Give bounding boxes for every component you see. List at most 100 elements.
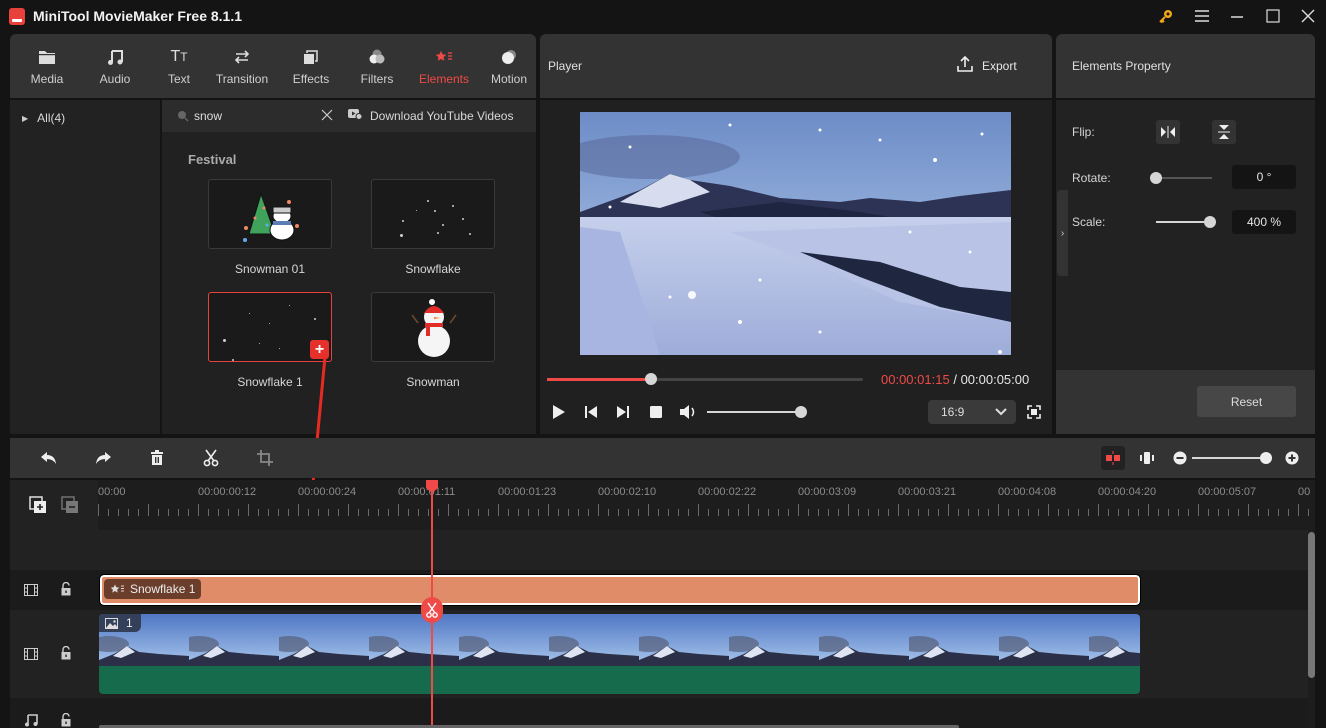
rotate-handle[interactable] [1150,172,1162,184]
split-at-playhead-button[interactable] [421,597,443,623]
progress-handle[interactable] [645,373,658,385]
fullscreen-button[interactable] [1027,405,1041,422]
timeline-zoom-slider[interactable] [1192,452,1272,464]
ruler-label: 00:00 [98,486,126,498]
tab-filters[interactable]: Filters [350,34,404,98]
ruler-tick [318,509,319,516]
rotate-value-input[interactable]: 0 ° [1232,165,1296,189]
stop-button[interactable] [649,405,663,422]
fit-icon [1140,452,1154,464]
tab-transition[interactable]: Transition [210,34,274,98]
clip-badge: 1 [99,614,141,632]
video-clip[interactable]: 1 [99,614,1140,694]
ruler-tick [1058,509,1059,516]
aspect-ratio-select[interactable]: 16:9 [928,400,1016,424]
tab-audio[interactable]: Audio [88,34,142,98]
zoom-out-button[interactable] [1168,446,1192,470]
ruler-tick [328,509,329,516]
volume-handle[interactable] [795,406,807,418]
remove-track-button[interactable] [61,496,79,517]
playback-progress-slider[interactable] [547,373,863,385]
ruler-tick [918,509,919,516]
clear-search-icon[interactable] [321,109,333,124]
ruler-tick [288,509,289,516]
ruler-tick [1308,509,1309,516]
element-thumb-snowman-01[interactable] [208,179,332,249]
element-thumb-snowflake[interactable] [371,179,495,249]
ruler-tick [848,504,849,516]
play-button[interactable] [552,404,566,423]
ruler-tick [388,509,389,516]
unlock-icon[interactable] [61,581,71,599]
ruler-label: 00:00:0 [1298,486,1310,498]
tab-effects[interactable]: Effects [284,34,338,98]
minimize-icon[interactable] [1225,5,1249,27]
tab-text[interactable]: TT Text [152,34,206,98]
ruler-tick [368,509,369,516]
key-icon[interactable] [1154,5,1178,27]
unlock-icon[interactable] [61,645,71,663]
flip-vertical-button[interactable] [1212,120,1236,144]
scale-handle[interactable] [1204,216,1216,228]
playhead-handle[interactable] [426,480,438,493]
flip-horizontal-button[interactable] [1156,120,1180,144]
motion-icon [500,46,518,68]
redo-button[interactable] [91,446,115,470]
add-track-button[interactable] [29,496,47,517]
element-clip-snowflake-1[interactable]: Snowflake 1 [99,574,1141,606]
ruler-tick [298,504,299,516]
ruler-tick [948,504,949,516]
ruler-tick [888,509,889,516]
download-youtube-button[interactable]: Download YouTube Videos [348,108,513,123]
swap-arrows-icon [233,46,251,68]
collapse-panel-handle[interactable]: › [1057,190,1068,276]
maximize-icon[interactable] [1261,5,1285,27]
snap-toggle-button[interactable] [1101,446,1125,470]
tab-motion[interactable]: Motion [482,34,536,98]
export-button[interactable]: Export [957,55,1017,75]
category-all[interactable]: ▶ All(4) [22,111,65,125]
ruler-tick [968,509,969,516]
add-to-timeline-button[interactable]: + [310,340,329,359]
volume-slider[interactable] [707,406,807,418]
ruler-tick [1068,509,1069,516]
unlock-icon[interactable] [61,712,71,728]
tab-elements[interactable]: Elements [412,34,476,98]
undo-button[interactable] [37,446,61,470]
ruler-tick [418,509,419,516]
ruler-tick [338,509,339,516]
crop-button[interactable] [253,446,277,470]
search-input[interactable] [194,107,314,125]
ruler-label: 00:00:04:08 [998,486,1057,498]
split-button[interactable] [199,446,223,470]
next-frame-button[interactable] [616,405,630,422]
ruler-tick [118,509,119,516]
ruler-tick [838,509,839,516]
video-preview[interactable] [580,112,1011,355]
element-thumb-snowman[interactable] [371,292,495,362]
delete-button[interactable] [145,446,169,470]
previous-frame-button[interactable] [584,405,598,422]
ruler-tick [768,509,769,516]
ruler-label: 00:00:02:22 [698,486,757,498]
ruler-tick [1158,509,1159,516]
tab-media[interactable]: Media [20,34,74,98]
ruler-tick [1208,509,1209,516]
scale-value-input[interactable]: 400 % [1232,210,1296,234]
reset-button[interactable]: Reset [1197,386,1296,417]
volume-button[interactable] [679,404,697,423]
timeline-ruler[interactable]: 00:00 00:00:00:12 00:00:00:24 00:00:01:11 00… [98,480,1310,518]
menu-icon[interactable] [1190,5,1214,27]
ruler-tick [858,509,859,516]
vertical-scrollbar[interactable] [1308,532,1315,678]
rotate-slider[interactable] [1150,172,1212,184]
close-icon[interactable] [1296,5,1320,27]
zoom-in-button[interactable] [1280,446,1304,470]
zoom-handle[interactable] [1260,452,1272,464]
fit-timeline-button[interactable] [1135,446,1159,470]
flip-label: Flip: [1072,125,1095,139]
ruler-tick [398,504,399,516]
fullscreen-icon [1027,405,1041,419]
scale-slider[interactable] [1156,216,1216,228]
element-thumb-snowflake-1[interactable]: + [208,292,332,362]
